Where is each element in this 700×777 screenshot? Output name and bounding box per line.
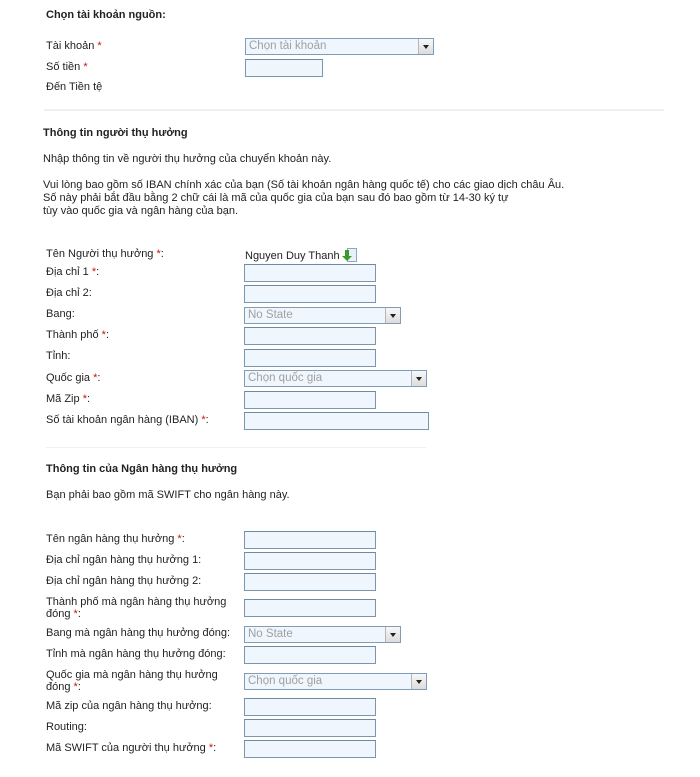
bank-address1-label: Địa chỉ ngân hàng thụ hưởng 1: — [46, 554, 202, 566]
label-colon: : — [77, 681, 81, 693]
amount-input[interactable] — [245, 59, 323, 77]
bank-state-select-value: No State — [248, 628, 293, 640]
iban-note-line-1: Vui lòng bao gồm số IBAN chính xác của b… — [43, 179, 565, 191]
iban-note-line-2: Số này phải bắt đầu bằng 2 chữ cái là mã… — [43, 192, 509, 204]
to-currency-label: Đến Tiền tệ — [46, 81, 103, 93]
bank-heading: Thông tin của Ngân hàng thụ hưởng — [46, 463, 238, 475]
import-contact-icon[interactable] — [341, 248, 357, 262]
beneficiary-name-label-text: Tên Người thụ hưởng — [46, 248, 154, 260]
iban-input[interactable] — [244, 412, 429, 430]
bank-country-label-line2: đóng — [46, 681, 71, 693]
swift-label-text: Mã SWIFT của người thụ hưởng — [46, 742, 206, 754]
bank-name-input[interactable] — [244, 531, 376, 549]
bank-intro: Bạn phải bao gồm mã SWIFT cho ngân hàng … — [46, 489, 290, 501]
address1-label-text: Địa chỉ 1 — [46, 266, 89, 278]
amount-label-text: Số tiền — [46, 61, 81, 73]
account-select-value: Chọn tài khoản — [249, 40, 327, 52]
chevron-down-icon[interactable] — [385, 627, 400, 642]
iban-label: Số tài khoản ngân hàng (IBAN) *: — [46, 414, 209, 426]
country-select[interactable]: Chọn quốc gia — [244, 370, 427, 387]
bank-name-label-text: Tên ngân hàng thụ hưởng — [46, 533, 175, 545]
chevron-down-icon[interactable] — [411, 674, 426, 689]
bank-city-label: Thành phố mà ngân hàng thụ hưởng đóng *: — [46, 596, 236, 620]
chevron-down-icon[interactable] — [418, 39, 433, 54]
zip-label-text: Mã Zip — [46, 393, 80, 405]
bank-name-label: Tên ngân hàng thụ hưởng *: — [46, 533, 185, 545]
bank-state-label: Bang mà ngân hàng thụ hưởng đóng: — [46, 627, 230, 639]
source-account-heading: Chọn tài khoản nguồn: — [46, 9, 166, 21]
label-colon: : — [77, 608, 81, 620]
address1-label: Địa chỉ 1 *: — [46, 266, 99, 278]
required-mark: * — [97, 40, 102, 52]
zip-label: Mã Zip *: — [46, 393, 90, 405]
province-label: Tỉnh: — [46, 350, 71, 362]
beneficiary-intro: Nhập thông tin về người thụ hưởng của ch… — [43, 153, 332, 165]
chevron-down-icon[interactable] — [385, 308, 400, 323]
bank-city-input[interactable] — [244, 599, 376, 617]
swift-label: Mã SWIFT của người thụ hưởng *: — [46, 742, 216, 754]
label-colon: : — [160, 248, 164, 260]
bank-province-label: Tỉnh mà ngân hàng thụ hưởng đóng: — [46, 648, 226, 660]
label-colon: : — [205, 414, 209, 426]
bank-country-select[interactable]: Chọn quốc gia — [244, 673, 427, 690]
routing-input[interactable] — [244, 719, 376, 737]
country-label: Quốc gia *: — [46, 372, 100, 384]
province-input[interactable] — [244, 349, 376, 367]
label-colon: : — [105, 329, 110, 341]
routing-label: Routing: — [46, 721, 87, 733]
bank-country-label: Quốc gia mà ngân hàng thụ hưởng đóng *: — [46, 669, 236, 693]
section-divider — [46, 447, 426, 448]
label-colon: : — [97, 372, 101, 384]
iban-label-text: Số tài khoản ngân hàng (IBAN) — [46, 414, 199, 426]
address2-input[interactable] — [244, 285, 376, 303]
country-select-value: Chọn quốc gia — [248, 372, 323, 384]
bank-country-select-value: Chọn quốc gia — [248, 675, 323, 687]
city-label-text: Thành phố — [46, 329, 99, 341]
bank-address1-input[interactable] — [244, 552, 376, 570]
label-colon: : — [213, 742, 217, 754]
bank-country-label-line1: Quốc gia mà ngân hàng thụ hưởng — [46, 669, 218, 681]
bank-state-select[interactable]: No State — [244, 626, 401, 643]
state-select[interactable]: No State — [244, 307, 401, 324]
zip-input[interactable] — [244, 391, 376, 409]
amount-label: Số tiền * — [46, 61, 88, 73]
required-mark: * — [83, 61, 88, 73]
iban-note-line-3: tùy vào quốc gia và ngân hàng của bạn. — [43, 205, 239, 217]
swift-input[interactable] — [244, 740, 376, 758]
account-label-text: Tài khoản — [46, 40, 95, 52]
bank-zip-input[interactable] — [244, 698, 376, 716]
section-divider — [44, 109, 664, 111]
bank-zip-label: Mã zip của ngân hàng thụ hưởng: — [46, 700, 212, 712]
label-colon: : — [181, 533, 185, 545]
address1-input[interactable] — [244, 264, 376, 282]
account-select[interactable]: Chọn tài khoản — [245, 38, 434, 55]
beneficiary-name-text: Nguyen Duy Thanh — [245, 250, 340, 262]
bank-address2-input[interactable] — [244, 573, 376, 591]
bank-city-label-line2: đóng — [46, 608, 71, 620]
bank-province-input[interactable] — [244, 646, 376, 664]
label-colon: : — [86, 393, 91, 405]
beneficiary-heading: Thông tin người thụ hưởng — [43, 127, 188, 139]
city-input[interactable] — [244, 327, 376, 345]
beneficiary-name-label: Tên Người thụ hưởng *: — [46, 248, 164, 260]
state-select-value: No State — [248, 309, 293, 321]
bank-city-label-line1: Thành phố mà ngân hàng thụ hưởng — [46, 596, 227, 608]
city-label: Thành phố *: — [46, 329, 109, 341]
bank-address2-label: Địa chỉ ngân hàng thụ hưởng 2: — [46, 575, 202, 587]
beneficiary-name-value: Nguyen Duy Thanh — [245, 248, 357, 262]
state-label: Bang: — [46, 308, 75, 320]
label-colon: : — [96, 266, 100, 278]
country-label-text: Quốc gia — [46, 372, 91, 384]
account-label: Tài khoản * — [46, 40, 102, 52]
chevron-down-icon[interactable] — [411, 371, 426, 386]
address2-label: Địa chỉ 2: — [46, 287, 92, 299]
